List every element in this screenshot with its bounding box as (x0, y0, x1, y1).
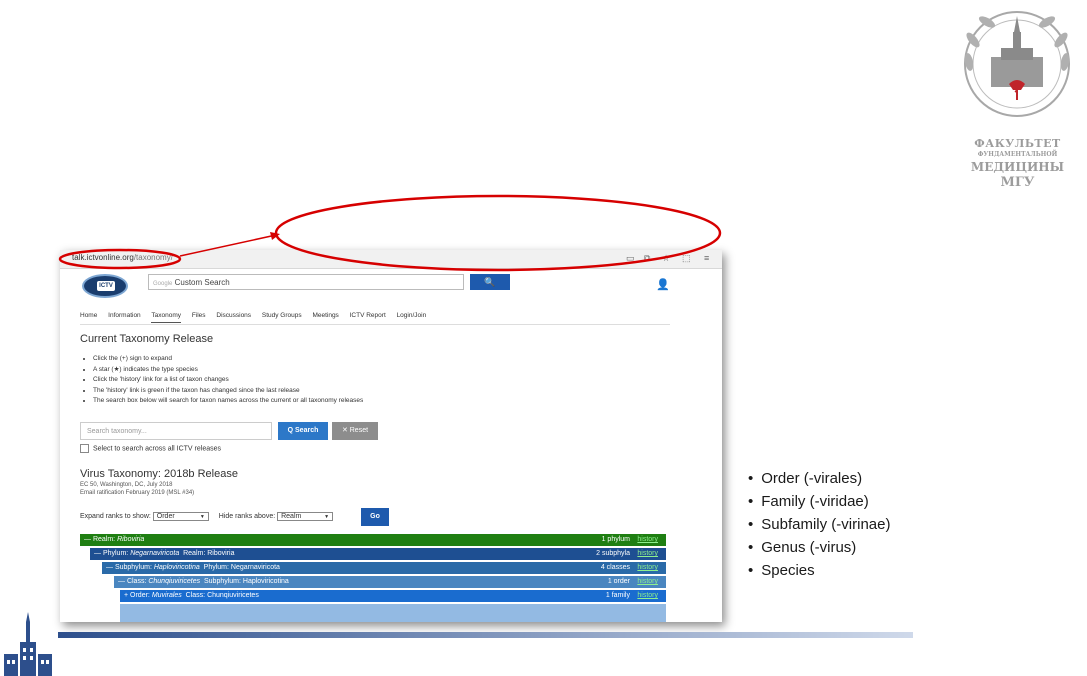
url-highlight-ellipse (58, 248, 182, 270)
rank-item-genus: Genus (-virus) (748, 536, 890, 559)
rank-item-species: Species (748, 559, 890, 582)
callout-line (179, 234, 277, 257)
annotation-overlay (58, 194, 722, 272)
rank-item-subfamily: Subfamily (-virinae) (748, 513, 890, 536)
rank-suffix-list: Order (-virales) Family (-viridae) Subfa… (748, 467, 890, 582)
msu-building-icon (4, 612, 52, 676)
footer-bar (58, 632, 913, 638)
callout-ellipse (274, 194, 722, 272)
rank-item-family: Family (-viridae) (748, 490, 890, 513)
rank-item-order: Order (-virales) (748, 467, 890, 490)
